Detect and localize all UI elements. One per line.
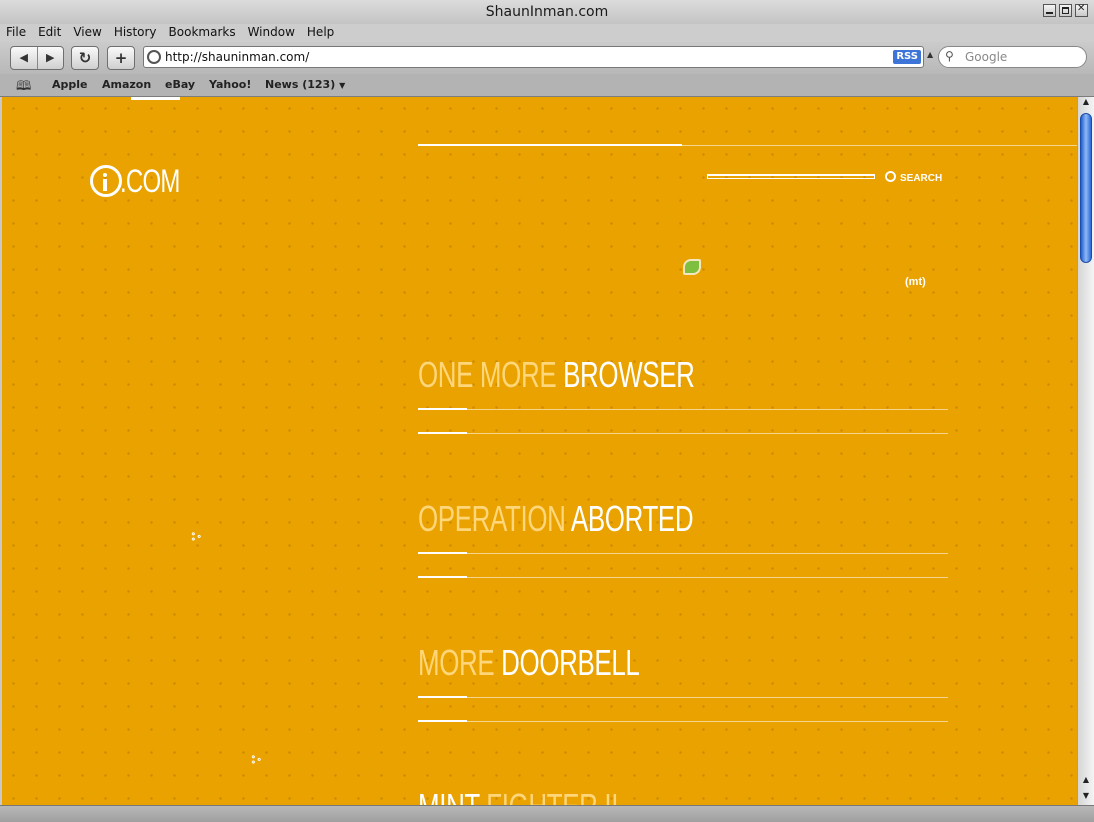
post-title[interactable]: ONE MORE BROWSER <box>418 355 800 395</box>
site-search-button[interactable]: SEARCH <box>885 170 942 184</box>
chevron-down-icon: ▼ <box>339 81 346 90</box>
site-search-field[interactable] <box>707 174 875 179</box>
post-divider <box>418 432 948 434</box>
post-title-bright: MINT <box>418 786 480 806</box>
search-label-text: SEARCH <box>900 173 943 184</box>
post-divider <box>418 696 948 698</box>
maximize-icon[interactable] <box>1059 4 1072 17</box>
minimize-icon[interactable] <box>1043 4 1056 17</box>
post-title-dim: ONE MORE <box>418 354 557 395</box>
side-glyph: ஃ <box>248 755 262 764</box>
search-placeholder: Google <box>965 50 1008 64</box>
window-title: ShaunInman.com <box>485 4 609 20</box>
mint-logo[interactable]: (mt) <box>905 276 926 288</box>
add-bookmark-button[interactable]: + <box>107 46 135 70</box>
logo-text: .COM <box>120 162 180 199</box>
bookmark-amazon[interactable]: Amazon <box>102 78 151 91</box>
search-icon: ⚲ <box>945 49 954 63</box>
url-text: http://shauninman.com/ <box>165 50 310 64</box>
post-title-dim: FIGHTER II <box>486 786 618 806</box>
post-title[interactable]: MINT FIGHTER II <box>418 786 800 806</box>
forward-icon[interactable]: ▶ <box>38 47 64 69</box>
post-title-bright: DOORBELL <box>501 642 640 683</box>
scroll-thumb[interactable] <box>1080 113 1092 263</box>
bookmark-news[interactable]: News (123) ▼ <box>265 78 345 91</box>
menu-history[interactable]: History <box>108 24 163 42</box>
menu-window[interactable]: Window <box>242 24 301 42</box>
window-controls <box>1043 3 1088 17</box>
menu-edit[interactable]: Edit <box>32 24 67 42</box>
site-logo[interactable]: .COM <box>90 163 200 199</box>
post-entry[interactable]: MORE DOORBELL <box>418 643 948 722</box>
magnifier-icon <box>885 171 896 182</box>
status-bar <box>0 805 1094 822</box>
post-title[interactable]: OPERATION ABORTED <box>418 499 800 539</box>
scroll-up-icon[interactable]: ▲ <box>1078 97 1094 111</box>
address-bar[interactable]: http://shauninman.com/ RSS <box>143 46 924 68</box>
search-input[interactable]: ⚲ Google <box>938 46 1087 68</box>
menu-file[interactable]: File <box>0 24 32 42</box>
rss-button[interactable]: RSS <box>893 50 921 64</box>
post-entry[interactable]: MINT FIGHTER II <box>418 786 948 806</box>
post-title-bright: BROWSER <box>563 354 695 395</box>
bookmark-news-label: News (123) <box>265 78 336 91</box>
scroll-down-icon[interactable]: ▼ <box>1078 791 1094 805</box>
vertical-scrollbar[interactable]: ▲ ▲ ▼ <box>1077 97 1094 805</box>
bookmark-yahoo[interactable]: Yahoo! <box>209 78 251 91</box>
site-favicon-icon <box>147 50 161 64</box>
post-title-bright: ABORTED <box>570 498 694 539</box>
url-dropdown-icon[interactable]: ▲ <box>927 50 933 59</box>
window-titlebar: ShaunInman.com <box>0 0 1094 24</box>
post-title[interactable]: MORE DOORBELL <box>418 643 800 683</box>
post-divider <box>418 720 948 722</box>
post-divider <box>418 576 948 578</box>
bookmarks-bar: 🕮 Apple Amazon eBay Yahoo! News (123) ▼ <box>0 74 1094 97</box>
side-glyph: ஃ <box>188 532 202 541</box>
post-divider <box>418 552 948 554</box>
book-icon[interactable]: 🕮 <box>16 77 31 99</box>
menu-bar: File Edit View History Bookmarks Window … <box>0 24 1094 42</box>
nav-button-group: ◀ ▶ <box>10 46 64 70</box>
logo-mark-icon <box>90 165 122 197</box>
leaf-icon[interactable] <box>683 259 701 275</box>
post-entry[interactable]: OPERATION ABORTED <box>418 499 948 578</box>
header-rule-highlight <box>418 144 682 146</box>
menu-bookmarks[interactable]: Bookmarks <box>163 24 242 42</box>
nav-active-indicator <box>131 97 180 100</box>
close-icon[interactable] <box>1075 3 1088 17</box>
bookmark-ebay[interactable]: eBay <box>165 78 195 91</box>
menu-help[interactable]: Help <box>301 24 340 42</box>
post-title-dim: MORE <box>418 642 495 683</box>
menu-view[interactable]: View <box>67 24 107 42</box>
post-entry[interactable]: ONE MORE BROWSER <box>418 355 948 434</box>
reload-button[interactable]: ↻ <box>71 46 99 70</box>
web-content: .COM SEARCH (mt) ONE MORE BROWSER OPERAT… <box>2 97 1077 805</box>
scroll-up-alt-icon[interactable]: ▲ <box>1078 775 1094 789</box>
post-title-dim: OPERATION <box>418 498 566 539</box>
post-divider <box>418 408 948 410</box>
browser-toolbar: ◀ ▶ ↻ + http://shauninman.com/ RSS ▲ ⚲ G… <box>0 42 1094 74</box>
bookmark-apple[interactable]: Apple <box>52 78 88 91</box>
back-icon[interactable]: ◀ <box>11 47 38 69</box>
